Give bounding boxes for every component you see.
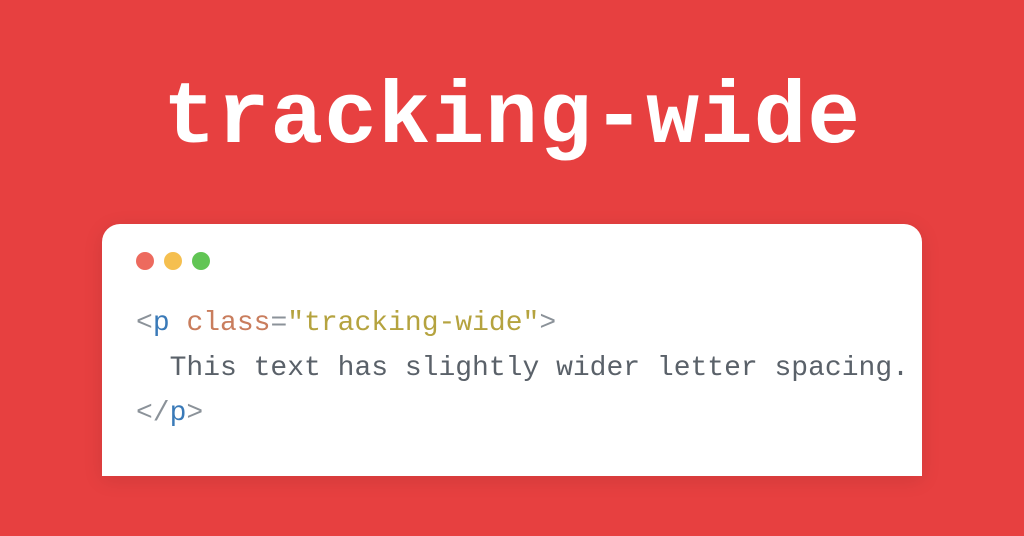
space [170,308,187,339]
tag-open: p [153,308,170,339]
window-maximize-icon [192,252,210,270]
page-title: tracking-wide [163,70,861,169]
attr-value: "tracking-wide" [287,308,539,339]
close-tag-open-bracket: </ [136,398,170,429]
attr-name: class [186,308,270,339]
window-close-icon [136,252,154,270]
open-bracket: < [136,308,153,339]
code-window: <p class="tracking-wide"> This text has … [102,224,922,476]
tag-close: p [170,398,187,429]
close-bracket: > [539,308,556,339]
code-snippet: <p class="tracking-wide"> This text has … [136,302,888,436]
code-text-content: This text has slightly wider letter spac… [170,353,909,384]
close-tag-close-bracket: > [186,398,203,429]
window-minimize-icon [164,252,182,270]
equals: = [270,308,287,339]
window-controls [136,252,888,270]
